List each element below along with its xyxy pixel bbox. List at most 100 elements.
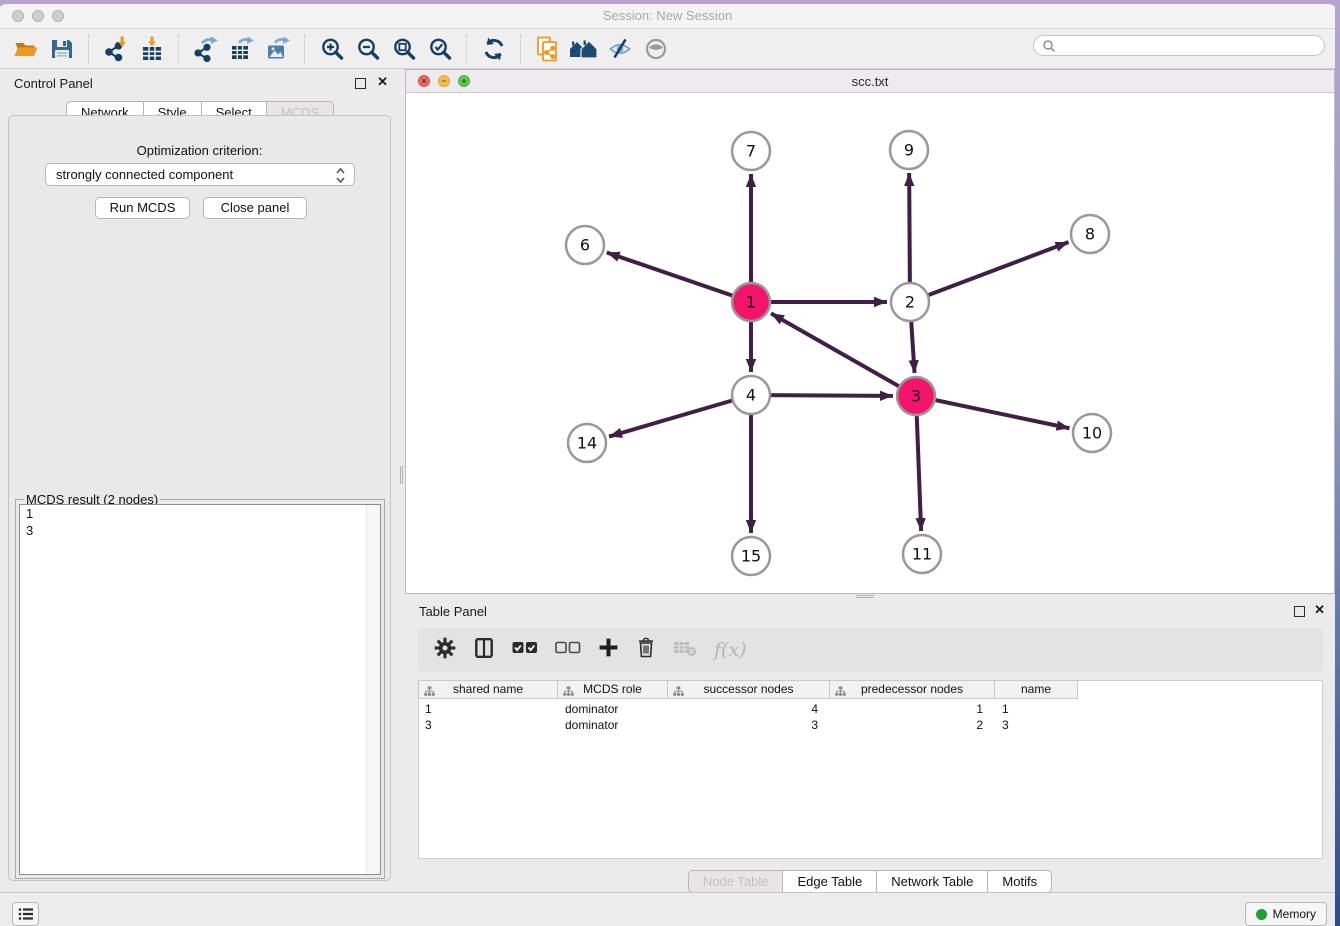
graph-node-14[interactable]: 14 bbox=[568, 424, 606, 462]
clone-network-icon bbox=[535, 36, 561, 62]
zoom-fit-button[interactable] bbox=[389, 33, 419, 65]
table-row[interactable]: 1 dominator 4 1 1 bbox=[418, 701, 1078, 717]
toolbar-separator bbox=[178, 35, 180, 63]
mcds-result-textarea[interactable]: 1 3 bbox=[19, 504, 381, 875]
destroy-table-button bbox=[673, 639, 697, 662]
float-table-panel-icon[interactable] bbox=[1294, 606, 1305, 617]
table-panel-tabs: Node Table Edge Table Network Table Moti… bbox=[405, 870, 1335, 893]
table-row[interactable]: 3 dominator 3 2 3 bbox=[418, 717, 1078, 733]
column-type-icon bbox=[424, 685, 435, 702]
cell-successor-nodes[interactable]: 4 bbox=[668, 701, 830, 717]
graph-node-3[interactable]: 3 bbox=[897, 377, 935, 415]
graph-node-4[interactable]: 4 bbox=[732, 376, 770, 414]
network-canvas[interactable]: 1 2 3 4 6 7 8 9 10 11 14 15 bbox=[406, 93, 1334, 598]
export-network-button[interactable] bbox=[191, 33, 221, 65]
hide-selection-button[interactable] bbox=[605, 33, 635, 65]
column-type-icon bbox=[835, 685, 846, 702]
zoom-selected-icon bbox=[427, 36, 453, 62]
toolbar-separator bbox=[88, 35, 90, 63]
memory-button[interactable]: Memory bbox=[1245, 902, 1327, 926]
cell-shared-name[interactable]: 3 bbox=[418, 717, 558, 733]
close-table-panel-icon[interactable]: ✕ bbox=[1314, 605, 1325, 614]
close-panel-button[interactable]: Close panel bbox=[203, 197, 307, 219]
tab-edge-table[interactable]: Edge Table bbox=[783, 870, 877, 893]
toolbar-separator bbox=[520, 35, 522, 63]
show-all-button[interactable] bbox=[641, 33, 671, 65]
zoom-in-button[interactable] bbox=[317, 33, 347, 65]
save-floppy-icon bbox=[49, 36, 75, 62]
column-header-label: predecessor nodes bbox=[861, 682, 963, 696]
save-session-button[interactable] bbox=[47, 33, 77, 65]
cell-mcds-role[interactable]: dominator bbox=[558, 701, 668, 717]
deselect-all-rows-button[interactable] bbox=[555, 640, 581, 660]
column-type-icon bbox=[563, 685, 574, 702]
graph-node-9[interactable]: 9 bbox=[890, 131, 928, 169]
column-header-predecessor-nodes[interactable]: predecessor nodes bbox=[830, 680, 995, 699]
network-view-title: scc.txt bbox=[406, 74, 1334, 89]
open-session-button[interactable] bbox=[11, 33, 41, 65]
graph-node-15[interactable]: 15 bbox=[732, 537, 770, 575]
graph-node-6[interactable]: 6 bbox=[566, 226, 604, 264]
close-panel-icon[interactable]: ✕ bbox=[377, 77, 388, 86]
import-table-icon bbox=[139, 36, 165, 62]
eye-icon bbox=[643, 36, 669, 62]
svg-text:7: 7 bbox=[746, 142, 756, 161]
network-view-window: × − + scc.txt 1 2 3 4 6 7 8 9 10 11 14 15 bbox=[405, 69, 1335, 594]
gear-icon bbox=[434, 637, 456, 659]
table-panel-title: Table Panel bbox=[419, 604, 487, 619]
svg-text:9: 9 bbox=[904, 141, 914, 160]
optimization-criterion-label: Optimization criterion: bbox=[9, 143, 390, 158]
tab-network-table[interactable]: Network Table bbox=[877, 870, 988, 893]
tab-node-table[interactable]: Node Table bbox=[688, 870, 784, 893]
svg-text:1: 1 bbox=[746, 293, 756, 312]
column-header-name[interactable]: name bbox=[995, 680, 1078, 699]
cell-name[interactable]: 3 bbox=[995, 717, 1078, 733]
graph-node-2[interactable]: 2 bbox=[891, 283, 929, 321]
show-log-button[interactable] bbox=[12, 902, 39, 926]
column-header-mcds-role[interactable]: MCDS role bbox=[558, 680, 668, 699]
network-window-titlebar: × − + scc.txt bbox=[406, 70, 1334, 93]
mcds-tab-content: Optimization criterion: strongly connect… bbox=[8, 115, 391, 881]
new-network-from-selection-button[interactable] bbox=[533, 33, 563, 65]
column-header-successor-nodes[interactable]: successor nodes bbox=[668, 680, 830, 699]
result-scrollbar[interactable] bbox=[366, 505, 380, 874]
apply-layout-button[interactable] bbox=[569, 33, 599, 65]
graph-node-11[interactable]: 11 bbox=[903, 535, 941, 573]
zoom-selected-button[interactable] bbox=[425, 33, 455, 65]
export-image-button[interactable] bbox=[263, 33, 293, 65]
eye-slash-icon bbox=[607, 36, 633, 62]
tab-motifs[interactable]: Motifs bbox=[988, 870, 1052, 893]
add-column-button[interactable] bbox=[598, 637, 619, 663]
select-all-rows-button[interactable] bbox=[512, 640, 538, 660]
import-network-button[interactable] bbox=[101, 33, 131, 65]
function-builder-button: f(x) bbox=[714, 639, 747, 661]
float-panel-icon[interactable] bbox=[355, 78, 366, 89]
graph-node-1[interactable]: 1 bbox=[732, 283, 770, 321]
delete-column-button[interactable] bbox=[636, 636, 656, 664]
table-options-gear-button[interactable] bbox=[434, 637, 456, 664]
zoom-out-button[interactable] bbox=[353, 33, 383, 65]
graph-node-7[interactable]: 7 bbox=[732, 132, 770, 170]
run-mcds-button[interactable]: Run MCDS bbox=[95, 197, 190, 219]
refresh-button[interactable] bbox=[479, 33, 509, 65]
cell-predecessor-nodes[interactable]: 1 bbox=[830, 701, 995, 717]
show-columns-button[interactable] bbox=[473, 637, 495, 664]
checked-boxes-icon bbox=[512, 640, 538, 655]
vertical-splitter[interactable] bbox=[399, 466, 404, 484]
export-table-button[interactable] bbox=[227, 33, 257, 65]
import-table-button[interactable] bbox=[137, 33, 167, 65]
graph-node-10[interactable]: 10 bbox=[1073, 414, 1111, 452]
cell-predecessor-nodes[interactable]: 2 bbox=[830, 717, 995, 733]
table-toolbar: f(x) bbox=[418, 628, 1323, 672]
graph-node-8[interactable]: 8 bbox=[1071, 215, 1109, 253]
cell-shared-name[interactable]: 1 bbox=[418, 701, 558, 717]
search-input[interactable] bbox=[1056, 38, 1324, 54]
column-header-label: shared name bbox=[453, 682, 523, 696]
criterion-dropdown[interactable]: strongly connected component bbox=[45, 163, 355, 186]
status-bar: Memory bbox=[0, 892, 1335, 926]
cell-successor-nodes[interactable]: 3 bbox=[668, 717, 830, 733]
column-header-shared-name[interactable]: shared name bbox=[418, 680, 558, 699]
cell-name[interactable]: 1 bbox=[995, 701, 1078, 717]
zoom-in-icon bbox=[319, 36, 345, 62]
cell-mcds-role[interactable]: dominator bbox=[558, 717, 668, 733]
